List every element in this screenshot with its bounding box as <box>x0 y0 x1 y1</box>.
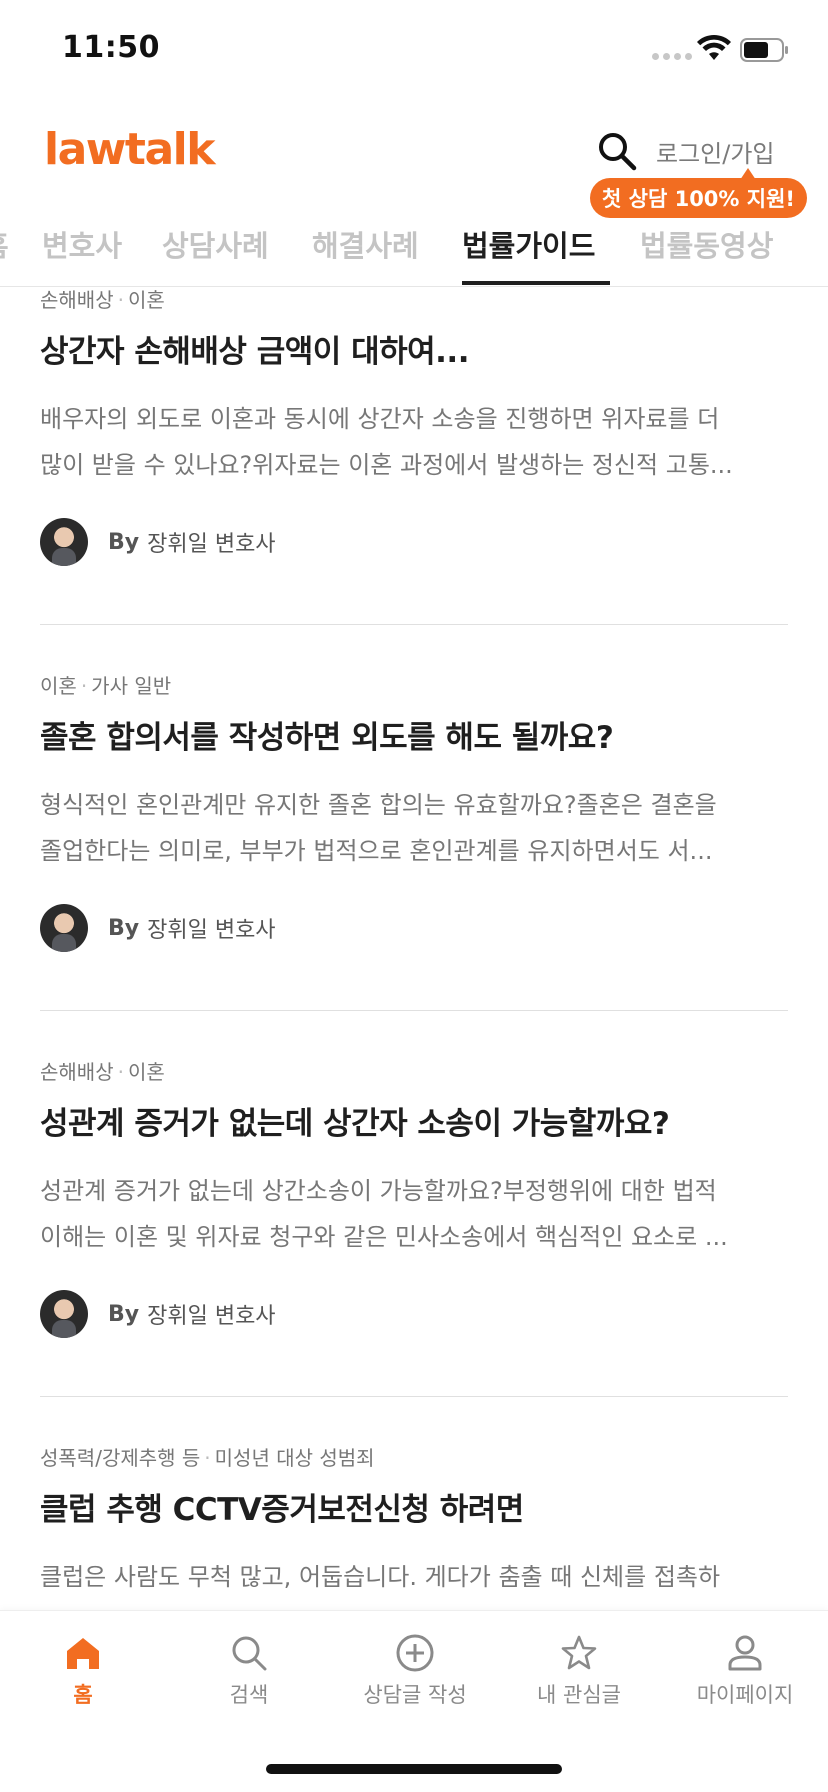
nav-label: 마이페이지 <box>696 1683 794 1707</box>
by-label: By <box>108 529 140 555</box>
avatar <box>40 518 88 566</box>
article-title[interactable]: 클럽 추행 CCTV증거보전신청 하려면 <box>40 1484 524 1529</box>
divider <box>40 1396 788 1397</box>
active-tab-indicator <box>462 281 610 285</box>
status-bar: 11:50 <box>0 0 828 100</box>
category-label: 손해배상 <box>40 288 114 312</box>
category-label: 가사 일반 <box>91 674 172 698</box>
search-icon[interactable] <box>596 130 638 172</box>
article-categories: 이혼 · 가사 일반 <box>40 674 172 698</box>
lawtalk-logo[interactable]: lawtalk <box>44 124 216 175</box>
search-icon <box>232 1636 267 1671</box>
article-summary: 성관계 증거가 없는데 상간소송이 가능할까요?부정행위에 대한 법적 이해는 이… <box>40 1177 728 1251</box>
category-label: 성폭력/강제추행 등 <box>40 1446 201 1470</box>
wifi-icon <box>697 34 731 60</box>
home-icon <box>67 1638 99 1669</box>
article-title[interactable]: 졸혼 합의서를 작성하면 외도를 해도 될까요? <box>40 712 614 757</box>
author-name: 장휘일 변호사 <box>147 1304 276 1329</box>
tab-lawyers[interactable]: 변호사 <box>42 223 122 265</box>
nav-label: 홈 <box>73 1683 93 1707</box>
nav-home[interactable]: 홈 <box>0 1633 166 1733</box>
article-author[interactable]: By 장휘일 변호사 <box>40 904 276 952</box>
app-header: lawtalk 로그인/가입 첫 상담 100% 지원! <box>0 100 828 218</box>
battery-icon <box>740 38 788 62</box>
article-summary: 배우자의 외도로 이혼과 동시에 상간자 소송을 진행하면 위자료를 더 많이 받… <box>40 405 733 479</box>
star-icon <box>561 1635 597 1670</box>
home-indicator <box>266 1764 562 1774</box>
author-name: 장휘일 변호사 <box>147 532 276 557</box>
person-icon <box>728 1635 762 1671</box>
nav-write-consultation[interactable]: 상담글 작성 <box>332 1633 498 1733</box>
nav-label: 내 관심글 <box>537 1683 621 1707</box>
tab-legal-guide[interactable]: 법률가이드 <box>462 223 595 265</box>
plus-circle-icon <box>396 1634 434 1672</box>
tab-consultations[interactable]: 상담사례 <box>162 223 269 265</box>
list-item[interactable]: 성폭력/강제추행 등 · 미성년 대상 성범죄 클럽 추행 CCTV증거보전신청 하… <box>40 1442 788 1610</box>
status-time: 11:50 <box>62 30 160 65</box>
divider <box>40 624 788 625</box>
divider <box>40 1010 788 1011</box>
article-title[interactable]: 상간자 손해배상 금액이 대하여... <box>40 326 469 371</box>
article-summary: 형식적인 혼인관계만 유지한 졸혼 합의는 유효할까요?졸혼은 결혼을 졸업한다는… <box>40 791 717 865</box>
article-author[interactable]: By 장휘일 변호사 <box>40 518 276 566</box>
nav-search[interactable]: 검색 <box>166 1633 332 1733</box>
promo-badge: 첫 상담 100% 지원! <box>590 168 807 218</box>
category-label: 이혼 <box>40 674 77 698</box>
by-label: By <box>108 1301 140 1327</box>
avatar <box>40 1290 88 1338</box>
nav-my-interests[interactable]: 내 관심글 <box>496 1633 662 1733</box>
by-label: By <box>108 915 140 941</box>
article-categories: 성폭력/강제추행 등 · 미성년 대상 성범죄 <box>40 1446 375 1470</box>
article-author[interactable]: By 장휘일 변호사 <box>40 1290 276 1338</box>
tab-resolved-cases[interactable]: 해결사례 <box>312 223 419 265</box>
list-item[interactable]: 이혼 · 가사 일반 졸혼 합의서를 작성하면 외도를 해도 될까요? 형식적인 혼… <box>40 670 788 970</box>
login-signup-link[interactable]: 로그인/가입 <box>656 134 775 169</box>
nav-label: 상담글 작성 <box>363 1683 467 1707</box>
tab-home[interactable]: 홈 <box>0 223 9 265</box>
category-label: 이혼 <box>127 288 165 312</box>
tab-legal-videos[interactable]: 법률동영상 <box>640 223 773 265</box>
category-label: 손해배상 <box>40 1060 114 1084</box>
nav-label: 검색 <box>229 1683 269 1707</box>
signal-icon <box>652 53 692 60</box>
category-label: 이혼 <box>127 1060 165 1084</box>
list-item[interactable]: 손해배상 · 이혼 상간자 손해배상 금액이 대하여... 배우자의 외도로 이혼과… <box>40 288 788 584</box>
article-title[interactable]: 성관계 증거가 없는데 상간자 소송이 가능할까요? <box>40 1098 670 1143</box>
article-categories: 손해배상 · 이혼 <box>40 288 165 312</box>
category-tabs: 홈 변호사 상담사례 해결사례 법률가이드 법률동영상 <box>0 215 828 287</box>
avatar <box>40 904 88 952</box>
nav-my-page[interactable]: 마이페이지 <box>662 1633 828 1733</box>
article-summary: 클럽은 사람도 무척 많고, 어둡습니다. 게다가 춤출 때 신체를 접촉하 <box>40 1563 721 1591</box>
author-name: 장휘일 변호사 <box>147 918 276 943</box>
article-feed: 손해배상 · 이혼 상간자 손해배상 금액이 대하여... 배우자의 외도로 이혼과… <box>0 288 828 1610</box>
category-label: 미성년 대상 성범죄 <box>214 1446 375 1470</box>
article-categories: 손해배상 · 이혼 <box>40 1060 165 1084</box>
list-item[interactable]: 손해배상 · 이혼 성관계 증거가 없는데 상간자 소송이 가능할까요? 성관계 증… <box>40 1056 788 1356</box>
